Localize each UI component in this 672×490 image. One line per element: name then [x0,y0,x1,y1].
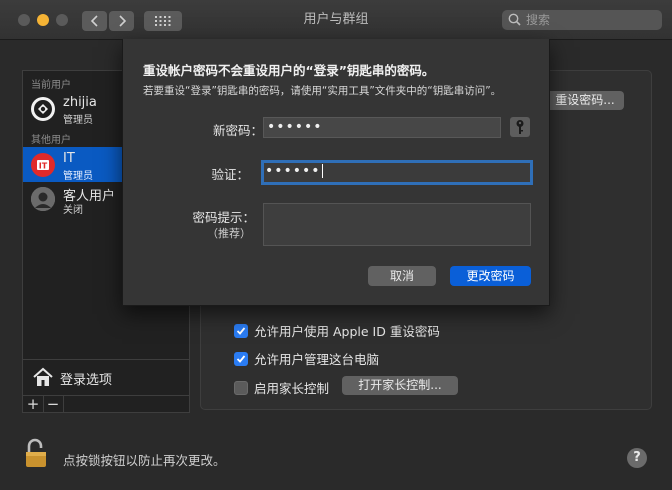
svg-text:IT: IT [39,162,48,171]
password-hint-sublabel: （推荐） [207,227,251,240]
checkmark-icon [236,326,246,335]
dialog-subtitle: 若要重设“登录”钥匙串的密码，请使用“实用工具”文件夹中的“钥匙串访问”。 [143,85,502,97]
avatar [31,97,55,121]
avatar: IT [31,153,55,177]
grid-icon [155,16,171,26]
password-assistant-button[interactable] [510,117,530,137]
login-options-item[interactable]: 登录选项 [23,359,189,396]
allow-admin-row[interactable]: 允许用户管理这台电脑 [234,349,379,368]
allow-apple-id-reset-checkbox[interactable] [234,323,248,338]
password-hint-field[interactable] [263,203,531,246]
lock-hint-text: 点按锁按钮以防止再次更改。 [63,453,226,468]
title-bar: 用户与群组 搜索 [0,0,672,40]
remove-user-button[interactable]: − [43,396,64,413]
guest-user-icon [31,187,55,211]
allow-apple-id-reset-label: 允许用户使用 Apple ID 重设密码 [254,324,440,339]
user-role: 管理员 [63,171,93,182]
change-password-button[interactable]: 更改密码 [450,266,531,286]
unlocked-padlock-icon [26,438,46,467]
section-other-users: 其他用户 [31,135,71,146]
text-caret [321,164,323,178]
dialog-title: 重设帐户密码不会重设用户的“登录”钥匙串的密码。 [143,63,435,78]
parental-controls-checkbox[interactable] [234,380,248,395]
allow-admin-label: 允许用户管理这台电脑 [254,352,380,367]
verify-label: 验证： [211,167,249,182]
search-input[interactable]: 搜索 [502,10,662,30]
user-role: 管理员 [63,115,93,126]
open-parental-controls-button[interactable]: 打开家长控制... [342,376,458,395]
search-icon [508,13,521,26]
forward-button[interactable] [109,11,134,31]
parental-controls-row[interactable]: 启用家长控制 [234,378,329,397]
verify-password-value: •••••• [265,163,321,179]
login-options-label: 登录选项 [60,373,113,388]
user-name: IT [63,151,75,166]
help-button[interactable]: ? [627,448,647,468]
section-current-users: 当前用户 [31,80,71,91]
avatar-it-icon: IT [37,160,49,171]
cancel-button[interactable]: 取消 [368,266,436,286]
allow-admin-checkbox[interactable] [234,351,248,366]
house-icon [33,367,53,386]
new-password-field[interactable]: •••••• [263,117,501,138]
key-icon [516,120,524,134]
chevron-right-icon [118,15,126,27]
new-password-label: 新密码： [212,123,263,138]
back-button[interactable] [82,11,107,31]
search-placeholder: 搜索 [526,13,551,27]
password-hint-label: 密码提示： [192,210,255,225]
show-all-button[interactable] [144,11,182,31]
user-role: 关闭 [63,205,83,216]
avatar [31,187,55,211]
new-password-value: •••••• [267,119,323,135]
reset-password-button[interactable]: 重设密码... [546,91,624,110]
add-remove-bar: + − [23,395,189,413]
add-user-button[interactable]: + [23,396,44,413]
allow-apple-id-reset-row[interactable]: 允许用户使用 Apple ID 重设密码 [234,321,440,340]
user-name: zhijia [63,95,97,110]
verify-password-field[interactable]: •••••• [261,160,533,185]
avatar-logo-icon [34,100,52,118]
parental-controls-label: 启用家长控制 [254,381,330,396]
chevron-left-icon [90,15,98,27]
checkmark-icon [236,354,246,363]
lock-button[interactable] [24,438,50,472]
reset-password-sheet: 重设帐户密码不会重设用户的“登录”钥匙串的密码。 若要重设“登录”钥匙串的密码，… [122,39,550,306]
